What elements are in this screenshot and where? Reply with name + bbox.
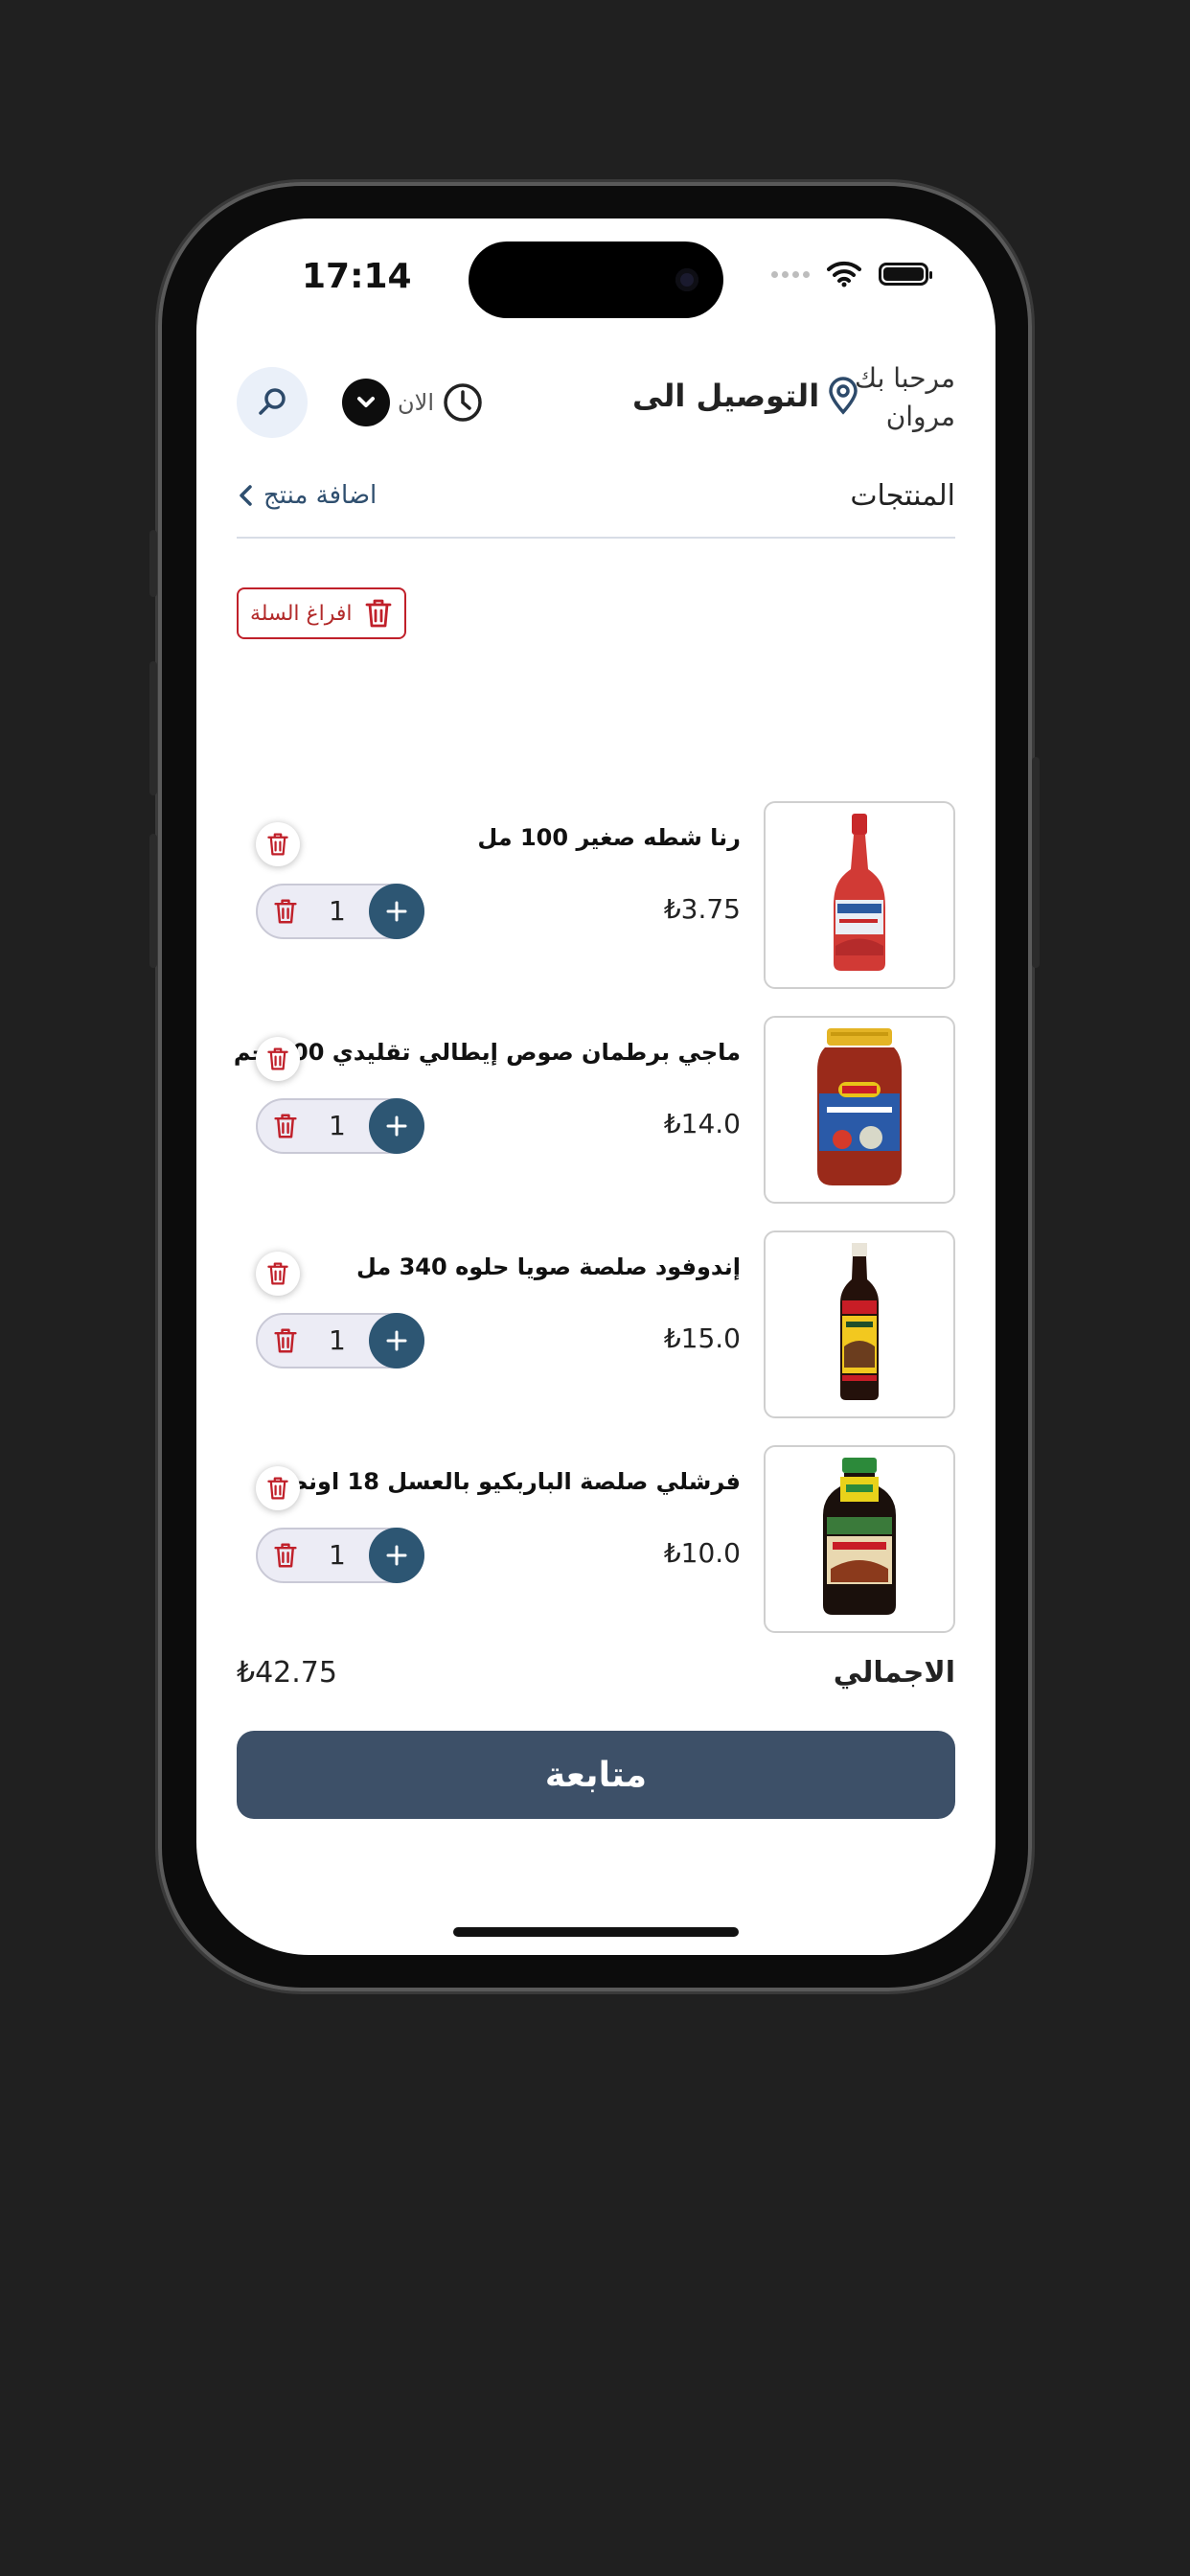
quantity-value: 1 <box>329 1539 346 1571</box>
increase-quantity-button[interactable] <box>369 1098 424 1154</box>
signal-icon <box>771 270 810 278</box>
clock-icon <box>444 383 482 422</box>
search-button[interactable] <box>237 367 308 438</box>
product-name: رنا شطه صغير 100 مل <box>477 824 741 851</box>
currency-symbol: ₺ <box>663 893 681 925</box>
currency-symbol: ₺ <box>663 1537 681 1569</box>
greeting-text: مرحبا بك <box>854 362 955 394</box>
plus-icon <box>386 1330 407 1351</box>
cart-item: إندوفود صلصة صويا حلوه 340 مل ₺15.0 1 <box>237 1230 955 1418</box>
delivery-location-selector[interactable]: التوصيل الى <box>632 377 859 415</box>
quantity-stepper: 1 <box>256 1313 424 1368</box>
decrease-quantity-button[interactable] <box>267 1108 304 1144</box>
price-amount: 10.0 <box>680 1537 741 1569</box>
product-image[interactable] <box>764 1445 955 1633</box>
plus-icon <box>386 1116 407 1137</box>
bbq-sauce-bottle-image <box>819 1456 900 1622</box>
total-label: الاجمالي <box>833 1656 955 1690</box>
soy-sauce-bottle-image <box>833 1241 886 1408</box>
product-name: فرشلي صلصة الباربكيو بالعسل 18 اونص <box>277 1468 741 1495</box>
trash-icon <box>267 1262 288 1285</box>
remove-item-button[interactable] <box>256 822 300 866</box>
greeting: مرحبا بك مروان <box>855 359 955 436</box>
price-amount: 3.75 <box>680 893 741 925</box>
currency-symbol: ₺ <box>663 1108 681 1139</box>
price-amount: 15.0 <box>680 1322 741 1354</box>
currency-symbol: ₺ <box>237 1656 256 1690</box>
continue-button[interactable]: متابعة <box>237 1731 955 1819</box>
decrease-quantity-button[interactable] <box>267 893 304 930</box>
remove-item-button[interactable] <box>256 1466 300 1510</box>
currency-symbol: ₺ <box>663 1322 681 1354</box>
quantity-value: 1 <box>329 1110 346 1141</box>
plus-icon <box>386 1545 407 1566</box>
product-name: إندوفود صلصة صويا حلوه 340 مل <box>355 1254 741 1280</box>
decrease-quantity-button[interactable] <box>267 1537 304 1574</box>
delivery-label: التوصيل الى <box>632 378 820 414</box>
increase-quantity-button[interactable] <box>369 1528 424 1583</box>
volume-up-button <box>149 661 157 795</box>
trash-icon <box>274 1543 297 1568</box>
mute-switch <box>149 530 157 597</box>
product-price: ₺3.75 <box>664 893 741 925</box>
delivery-time-selector[interactable]: الان <box>342 379 484 426</box>
add-product-label: اضافة منتج <box>263 481 378 510</box>
cart-item: رنا شطه صغير 100 مل ₺3.75 1 <box>237 801 955 989</box>
volume-down-button <box>149 834 157 968</box>
chevron-down-icon <box>342 379 390 426</box>
quantity-stepper: 1 <box>256 884 424 939</box>
product-image[interactable] <box>764 1016 955 1204</box>
quantity-value: 1 <box>329 1324 346 1356</box>
trash-icon <box>274 1114 297 1138</box>
time-label: الان <box>398 389 434 416</box>
total-amount: 42.75 <box>255 1656 337 1690</box>
product-name: ماجي برطمان صوص إيطالي تقليدي 400 جم <box>233 1039 741 1066</box>
pasta-sauce-jar-image <box>813 1026 905 1193</box>
trash-icon <box>365 599 391 628</box>
section-bar: المنتجات اضافة منتج <box>237 479 955 539</box>
clear-cart-label: افراغ السلة <box>250 601 353 626</box>
trash-icon <box>267 833 288 856</box>
product-price: ₺10.0 <box>664 1537 741 1569</box>
status-time: 17:14 <box>302 257 412 296</box>
power-button <box>1032 757 1040 968</box>
quantity-stepper: 1 <box>256 1528 424 1583</box>
trash-icon <box>274 899 297 924</box>
battery-icon <box>879 263 932 286</box>
product-price: ₺15.0 <box>664 1322 741 1354</box>
user-name: مروان <box>885 401 955 432</box>
chevron-left-icon <box>240 485 252 506</box>
home-indicator <box>453 1927 739 1937</box>
app-header: الان التوصيل الى مرحبا بك مروان <box>196 362 995 453</box>
app-screen: 17:14 الان التوصيل الى مرحبا بك مروان ال… <box>196 218 995 1955</box>
status-icons <box>771 261 932 288</box>
trash-icon <box>267 1477 288 1500</box>
dynamic-island <box>469 242 723 318</box>
cart-item: ماجي برطمان صوص إيطالي تقليدي 400 جم ₺14… <box>233 1016 955 1204</box>
increase-quantity-button[interactable] <box>369 884 424 939</box>
total-value: ₺42.75 <box>237 1656 337 1690</box>
cart-item: فرشلي صلصة الباربكيو بالعسل 18 اونص ₺10.… <box>237 1445 955 1633</box>
plus-icon <box>386 901 407 922</box>
search-icon <box>259 388 286 415</box>
product-price: ₺14.0 <box>664 1108 741 1139</box>
quantity-stepper: 1 <box>256 1098 424 1154</box>
total-row: الاجمالي ₺42.75 <box>237 1656 955 1704</box>
remove-item-button[interactable] <box>256 1037 300 1081</box>
product-image[interactable] <box>764 801 955 989</box>
trash-icon <box>267 1047 288 1070</box>
add-product-link[interactable]: اضافة منتج <box>237 481 377 510</box>
clear-cart-button[interactable]: افراغ السلة <box>237 587 406 639</box>
product-image[interactable] <box>764 1230 955 1418</box>
remove-item-button[interactable] <box>256 1252 300 1296</box>
increase-quantity-button[interactable] <box>369 1313 424 1368</box>
decrease-quantity-button[interactable] <box>267 1322 304 1359</box>
trash-icon <box>274 1328 297 1353</box>
quantity-value: 1 <box>329 895 346 927</box>
section-title: المنتجات <box>850 479 955 513</box>
hot-sauce-bottle-image <box>826 812 893 978</box>
wifi-icon <box>827 261 861 288</box>
price-amount: 14.0 <box>680 1108 741 1139</box>
camera-icon <box>675 268 698 291</box>
